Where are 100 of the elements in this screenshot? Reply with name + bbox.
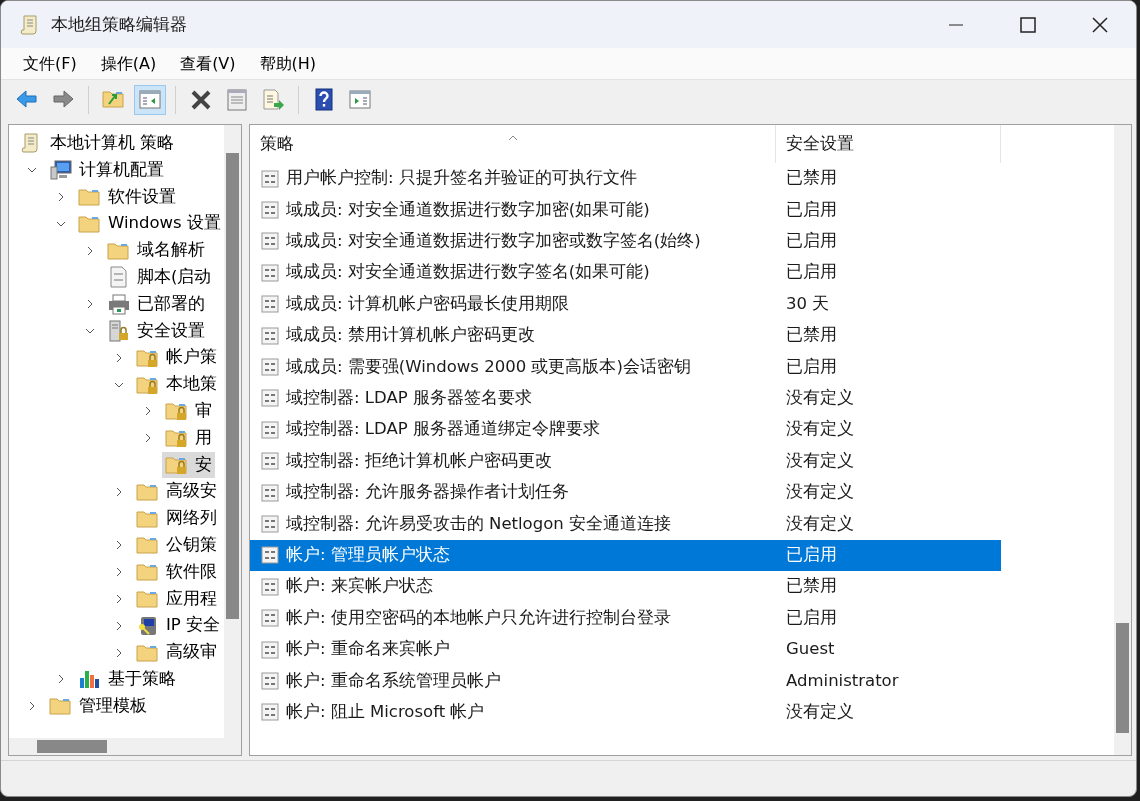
- policy-name: 域成员: 对安全通道数据进行数字加密(如果可能): [286, 198, 650, 221]
- properties-icon: [225, 88, 249, 112]
- table-row[interactable]: 用户帐户控制: 只提升签名并验证的可执行文件 已禁用: [250, 163, 1001, 195]
- maximize-icon: [1020, 16, 1036, 33]
- table-row[interactable]: 域成员: 对安全通道数据进行数字加密或数字签名(始终) 已启用: [250, 225, 1001, 258]
- tree-item[interactable]: IP 安全: [133, 612, 224, 639]
- table-row[interactable]: 域控制器: 拒绝计算机帐户密码更改 没有定义: [250, 445, 1001, 477]
- computer-icon: [49, 159, 73, 182]
- pane-icon: [138, 88, 162, 112]
- policy-icon: [260, 670, 280, 691]
- folder-icon: [136, 534, 160, 557]
- printer-icon: [107, 293, 131, 316]
- table-row[interactable]: 帐户: 重命名系统管理员帐户 Administrator: [250, 665, 1001, 697]
- folder-icon: [136, 561, 160, 584]
- tree-item[interactable]: 网络列: [133, 505, 220, 532]
- table-row[interactable]: 帐户: 管理员帐户状态 已启用: [250, 539, 1001, 572]
- table-row[interactable]: 域控制器: 允许易受攻击的 Netlogon 安全通道连接 没有定义: [250, 508, 1001, 540]
- tree-item[interactable]: 本地计算机 策略: [17, 130, 178, 157]
- policy-icon: [260, 200, 280, 221]
- policy-name: 帐户: 管理员帐户状态: [286, 544, 450, 566]
- security-setting: 没有定义: [785, 387, 855, 410]
- tree-item[interactable]: 公钥策: [133, 532, 220, 559]
- policy-name: 帐户: 使用空密码的本地帐户只允许进行控制台登录: [286, 606, 671, 629]
- policy-icon: [260, 545, 280, 566]
- security-setting: 已启用: [785, 544, 838, 566]
- locked-folder-icon: [165, 427, 189, 450]
- security-setting: 没有定义: [785, 418, 855, 441]
- tree-item[interactable]: 帐户策: [133, 344, 220, 371]
- column-header[interactable]: 策略: [250, 125, 776, 163]
- tree-item[interactable]: 计算机配置: [46, 157, 167, 184]
- table-row[interactable]: 帐户: 重命名来宾帐户 Guest: [250, 633, 1001, 666]
- policy-name: 帐户: 来宾帐户状态: [286, 575, 433, 598]
- tree-item[interactable]: 域名解析: [104, 237, 208, 264]
- policy-name: 域控制器: 允许服务器操作者计划任务: [286, 481, 569, 504]
- policy-icon: [260, 357, 280, 378]
- security-setting: 已启用: [785, 261, 838, 284]
- tree-item[interactable]: 高级审: [133, 639, 220, 666]
- security-setting: 没有定义: [785, 449, 855, 472]
- security-setting: 已启用: [785, 230, 838, 253]
- horizontal-scrollbar[interactable]: [9, 738, 241, 755]
- table-row[interactable]: 域控制器: 允许服务器操作者计划任务 没有定义: [250, 476, 1001, 509]
- tree-item[interactable]: 高级安: [133, 478, 220, 505]
- export-list-icon: [261, 88, 285, 112]
- policy-name: 域成员: 对安全通道数据进行数字加密或数字签名(始终): [286, 230, 701, 253]
- policy-icon: [260, 294, 280, 315]
- table-row[interactable]: 帐户: 来宾帐户状态 已禁用: [250, 571, 1001, 603]
- policy-name: 域成员: 对安全通道数据进行数字签名(如果可能): [286, 261, 650, 284]
- tree-item[interactable]: 软件设置: [75, 184, 179, 210]
- security-setting: 已启用: [785, 606, 838, 629]
- security-setting: Guest: [785, 638, 836, 661]
- server-lock-icon: [107, 319, 131, 342]
- policy-icon: [260, 514, 280, 534]
- tree-item[interactable]: 用: [162, 425, 215, 452]
- table-row[interactable]: 帐户: 使用空密码的本地帐户只允许进行控制台登录 已启用: [250, 602, 1001, 634]
- policy-name: 帐户: 阻止 Microsoft 帐户: [286, 700, 485, 723]
- scrollbar[interactable]: [1114, 125, 1131, 755]
- menu-item[interactable]: 操作(A): [88, 49, 169, 78]
- locked-folder-icon: [165, 400, 189, 423]
- policy-name: 域成员: 禁用计算机帐户密码更改: [286, 324, 535, 347]
- minimize-icon: [948, 24, 964, 25]
- security-setting: 没有定义: [785, 512, 855, 535]
- table-row[interactable]: 域控制器: LDAP 服务器签名要求 没有定义: [250, 382, 1001, 415]
- column-header[interactable]: 安全设置: [776, 125, 1001, 163]
- policy-icon: [260, 576, 280, 597]
- security-setting: Administrator: [785, 669, 900, 692]
- tree-item[interactable]: Windows 设置: [75, 210, 224, 237]
- policy-name: 用户帐户控制: 只提升签名并验证的可执行文件: [286, 167, 637, 190]
- help-icon: [312, 88, 336, 112]
- tree-item[interactable]: 基于策略: [75, 666, 179, 693]
- scrollbar[interactable]: [224, 125, 241, 738]
- policy-name: 域控制器: 允许易受攻击的 Netlogon 安全通道连接: [286, 512, 671, 535]
- tree-item[interactable]: 脚本(启动: [104, 264, 215, 291]
- policy-name: 域成员: 计算机帐户密码最长使用期限: [286, 292, 569, 315]
- policy-icon: [260, 482, 280, 503]
- table-row[interactable]: 帐户: 阻止 Microsoft 帐户 没有定义: [250, 696, 1001, 729]
- menu-item[interactable]: 帮助(H): [247, 49, 329, 78]
- tree-item[interactable]: 安: [162, 451, 215, 478]
- menu-item[interactable]: 文件(F): [11, 49, 89, 78]
- table-row[interactable]: 域成员: 需要强(Windows 2000 或更高版本)会话密钥 已启用: [250, 351, 1001, 383]
- policy-icon: [260, 231, 280, 252]
- security-setting: 已启用: [785, 198, 838, 221]
- table-row[interactable]: 域成员: 禁用计算机帐户密码更改 已禁用: [250, 319, 1001, 352]
- tree-item[interactable]: 软件限: [133, 559, 220, 586]
- policy-icon: [260, 419, 280, 440]
- tree-item[interactable]: 安全设置: [104, 317, 208, 344]
- folder-icon: [49, 695, 73, 718]
- policy-name: 帐户: 重命名系统管理员帐户: [286, 669, 501, 692]
- menu-item[interactable]: 查看(V): [168, 49, 248, 78]
- tree-item[interactable]: 管理模板: [46, 693, 150, 720]
- tree-item[interactable]: 应用程: [133, 585, 220, 612]
- table-row[interactable]: 域成员: 计算机帐户密码最长使用期限 30 天: [250, 288, 1001, 320]
- table-row[interactable]: 域成员: 对安全通道数据进行数字签名(如果可能) 已启用: [250, 257, 1001, 289]
- policy-icon: [260, 168, 280, 189]
- tree-item[interactable]: 已部署的: [104, 291, 208, 318]
- table-row[interactable]: 域控制器: LDAP 服务器通道绑定令牌要求 没有定义: [250, 414, 1001, 446]
- table-row[interactable]: 域成员: 对安全通道数据进行数字加密(如果可能) 已启用: [250, 194, 1001, 226]
- policy-icon: [260, 388, 280, 409]
- tree-item[interactable]: 本地策: [133, 371, 220, 398]
- window-title: 本地组策略编辑器: [51, 12, 187, 36]
- tree-item[interactable]: 审: [162, 398, 215, 425]
